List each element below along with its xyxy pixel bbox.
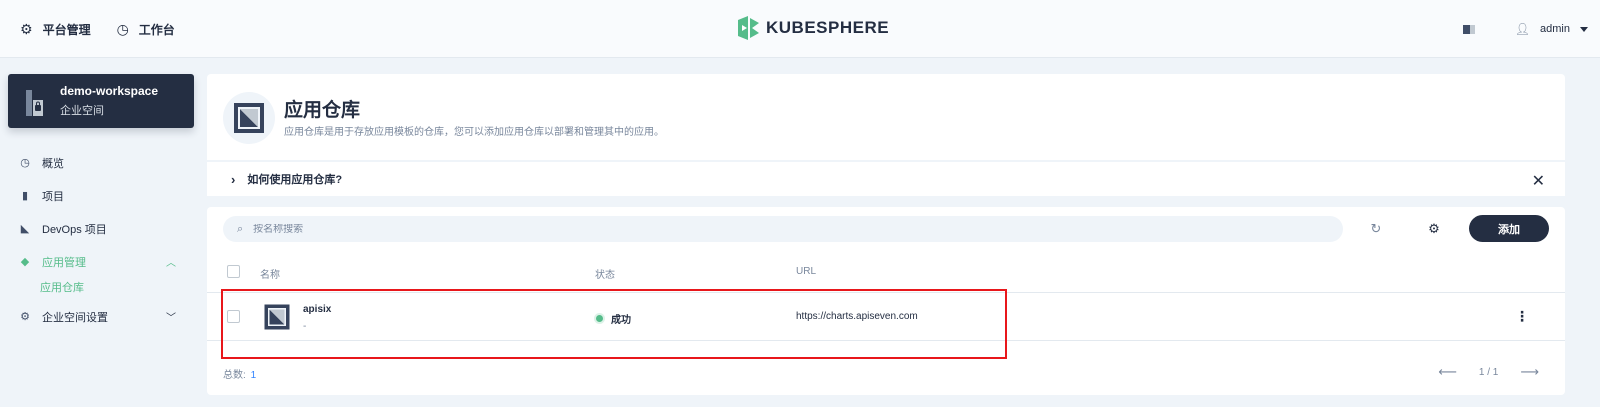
column-header-name: 名称 [260, 270, 280, 281]
status-dot-icon [596, 315, 603, 322]
gear-icon: ⚙ [20, 311, 30, 323]
sidebar-item-label: 应用管理 [42, 256, 86, 269]
search-input[interactable] [253, 223, 1254, 235]
search-bar[interactable]: ⌕ [223, 216, 1343, 242]
select-all-checkbox[interactable] [227, 265, 240, 278]
prev-page-arrow-icon[interactable]: ⟵ [1438, 364, 1457, 380]
workspace-card[interactable]: demo-workspace 企业空间 [8, 74, 194, 128]
chevron-right-icon: › [231, 171, 236, 187]
page-indicator: 1 / 1 [1478, 366, 1499, 378]
repo-url: https://charts.apiseven.com [796, 311, 918, 322]
column-header-url: URL [796, 266, 817, 277]
page-banner: 应用仓库 应用仓库是用于存放应用模板的仓库，您可以添加应用仓库以部署和管理其中的… [207, 74, 1565, 160]
nav-workbench[interactable]: ◷ 工作台 [117, 21, 175, 38]
project-icon: ▮ [21, 190, 29, 202]
refresh-icon: ↻ [1370, 221, 1382, 236]
user-icon: 👤︎ [1514, 22, 1531, 36]
brand-logo[interactable]: KUBESPHERE [738, 16, 889, 40]
howto-bar[interactable]: › 如何使用应用仓库? ✕ [207, 162, 1565, 196]
nav-label: 工作台 [138, 22, 175, 37]
sidebar-item-overview[interactable]: ◷ 概览 [20, 146, 190, 179]
sidebar: ◷ 概览 ▮ 项目 ◣ DevOps 项目 ◆ 应用管理 ︿ 应用仓库 ⚙ 企业… [20, 146, 190, 333]
more-actions-icon[interactable]: ⋮ [1515, 308, 1529, 325]
sidebar-item-label: 项目 [42, 190, 64, 203]
workspace-building-icon [26, 90, 43, 116]
page-description: 应用仓库是用于存放应用模板的仓库，您可以添加应用仓库以部署和管理其中的应用。 [284, 127, 664, 138]
sidebar-item-app-management[interactable]: ◆ 应用管理 ︿ [20, 245, 190, 278]
user-menu[interactable]: 👤︎ admin [1515, 22, 1588, 36]
page-title: 应用仓库 [284, 100, 361, 121]
workspace-name: demo-workspace [60, 84, 159, 98]
sidebar-item-projects[interactable]: ▮ 项目 [20, 179, 190, 212]
sidebar-item-label: DevOps 项目 [42, 223, 107, 236]
kubesphere-logo-icon [738, 16, 759, 40]
repo-name[interactable]: apisix [303, 304, 331, 315]
close-icon[interactable]: ✕ [1532, 171, 1545, 191]
total-label: 总数: [223, 370, 246, 381]
settings-button[interactable]: ⚙ [1422, 217, 1446, 241]
total-count: 总数: 1 [223, 366, 256, 381]
repo-box-icon [264, 304, 290, 330]
next-page-arrow-icon[interactable]: ⟶ [1520, 364, 1539, 380]
row-checkbox[interactable] [227, 310, 240, 323]
column-header-status: 状态 [595, 270, 615, 281]
top-bar: ⚙ 平台管理 ◷ 工作台 KUBESPHERE 👤︎ admin [0, 0, 1600, 58]
table-row[interactable]: apisix - 成功 https://charts.apiseven.com … [207, 294, 1565, 341]
top-nav: ⚙ 平台管理 ◷ 工作台 [20, 0, 175, 58]
repo-box-icon [234, 103, 264, 133]
status-badge: 成功 [596, 311, 631, 326]
chevron-down-icon: ﹀ [166, 313, 176, 324]
dashboard-icon: ◷ [20, 157, 30, 169]
devops-icon: ◣ [20, 223, 30, 235]
gear-icon: ⚙ [20, 20, 33, 37]
repo-description: - [303, 321, 307, 332]
chevron-up-icon: ︿ [166, 258, 176, 269]
workspace-info: demo-workspace 企业空间 [60, 84, 158, 118]
brand-name: KUBESPHERE [766, 18, 890, 37]
caret-down-icon [1580, 26, 1588, 32]
add-button[interactable]: 添加 [1469, 215, 1549, 242]
layers-icon: ◆ [20, 256, 30, 268]
search-icon: ⌕ [237, 222, 244, 235]
sidebar-item-label: 企业空间设置 [42, 311, 108, 324]
status-text: 成功 [611, 315, 631, 326]
workspace-type: 企业空间 [60, 105, 104, 117]
howto-label: 如何使用应用仓库? [247, 174, 343, 186]
nav-label: 平台管理 [42, 22, 91, 37]
sidebar-item-devops[interactable]: ◣ DevOps 项目 [20, 212, 190, 245]
repo-table-panel: ⌕ ↻ ⚙ 添加 名称 状态 URL apisix - 成功 https://c… [207, 207, 1565, 395]
gear-icon: ⚙ [1428, 221, 1440, 236]
nav-platform-management[interactable]: ⚙ 平台管理 [20, 21, 91, 38]
username: admin [1540, 23, 1570, 35]
sidebar-item-label: 概览 [42, 157, 64, 170]
pagination: ⟵ 1 / 1 ⟶ [1438, 364, 1539, 380]
table-header: 名称 状态 URL [207, 257, 1565, 293]
app-repo-icon [223, 92, 275, 144]
screen-toggle-icon[interactable] [1462, 24, 1475, 34]
total-value: 1 [250, 370, 257, 381]
dashboard-icon: ◷ [116, 20, 129, 37]
top-right-tools: 👤︎ admin [1462, 0, 1588, 58]
refresh-button[interactable]: ↻ [1364, 217, 1388, 241]
sidebar-item-workspace-settings[interactable]: ⚙ 企业空间设置 ﹀ [20, 300, 190, 333]
